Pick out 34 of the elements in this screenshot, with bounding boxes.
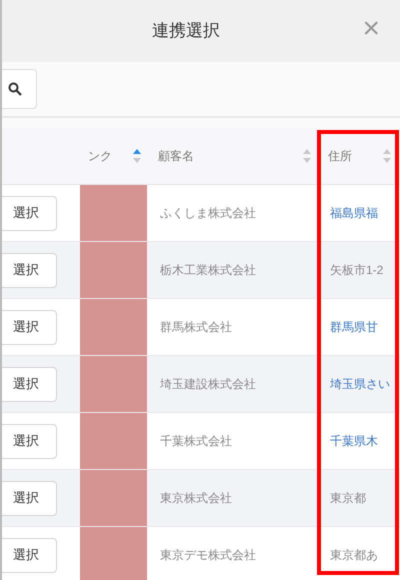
customer-name: 東京デモ株式会社 [160, 547, 256, 564]
table-row[interactable]: 選択 千葉株式会社 千葉県木 [2, 413, 400, 470]
address-link[interactable]: 埼玉県さい [330, 375, 390, 393]
select-button[interactable]: 選択 [2, 538, 57, 572]
customer-name: 東京株式会社 [160, 490, 232, 507]
address-link[interactable]: 千葉県木 [330, 432, 378, 450]
address-link[interactable]: 群馬県甘 [330, 318, 378, 336]
customer-name: 埼玉建設株式会社 [160, 376, 256, 393]
select-button[interactable]: 選択 [2, 366, 57, 402]
table-row[interactable]: 選択 群馬株式会社 群馬県甘 [2, 299, 400, 356]
customer-name: 群馬株式会社 [160, 319, 232, 336]
address-text: 矢板市1-2 [330, 262, 384, 279]
address-link[interactable]: 福島県福 [330, 204, 378, 222]
table-row[interactable]: 選択 ふくしま株式会社 福島県福 [2, 185, 400, 242]
select-button[interactable]: 選択 [2, 310, 57, 344]
address-text: 東京都 [330, 490, 366, 507]
dialog-title: 連携選択 [152, 20, 221, 42]
column-header: 顧客名 [158, 148, 194, 165]
address-text: 東京都あ [330, 547, 378, 564]
table-row[interactable]: 選択 埼玉建設株式会社 埼玉県さい [2, 356, 400, 413]
column-header: 住所 [328, 148, 352, 165]
customer-name: 栃木工業株式会社 [160, 262, 256, 279]
column-header: ンク [88, 148, 112, 165]
table-row[interactable]: 選択 東京株式会社 東京都 [2, 470, 400, 527]
search-button[interactable] [2, 69, 37, 109]
customer-name: ふくしま株式会社 [160, 205, 256, 222]
select-button[interactable]: 選択 [2, 252, 57, 288]
select-button[interactable]: 選択 [2, 424, 57, 458]
select-button[interactable]: 選択 [2, 196, 57, 230]
customer-name: 千葉株式会社 [160, 433, 232, 450]
table-row[interactable]: 選択 栃木工業株式会社 矢板市1-2 [2, 242, 400, 299]
select-button[interactable]: 選択 [2, 480, 57, 516]
sort-icon[interactable] [132, 147, 142, 165]
search-icon [8, 82, 22, 96]
